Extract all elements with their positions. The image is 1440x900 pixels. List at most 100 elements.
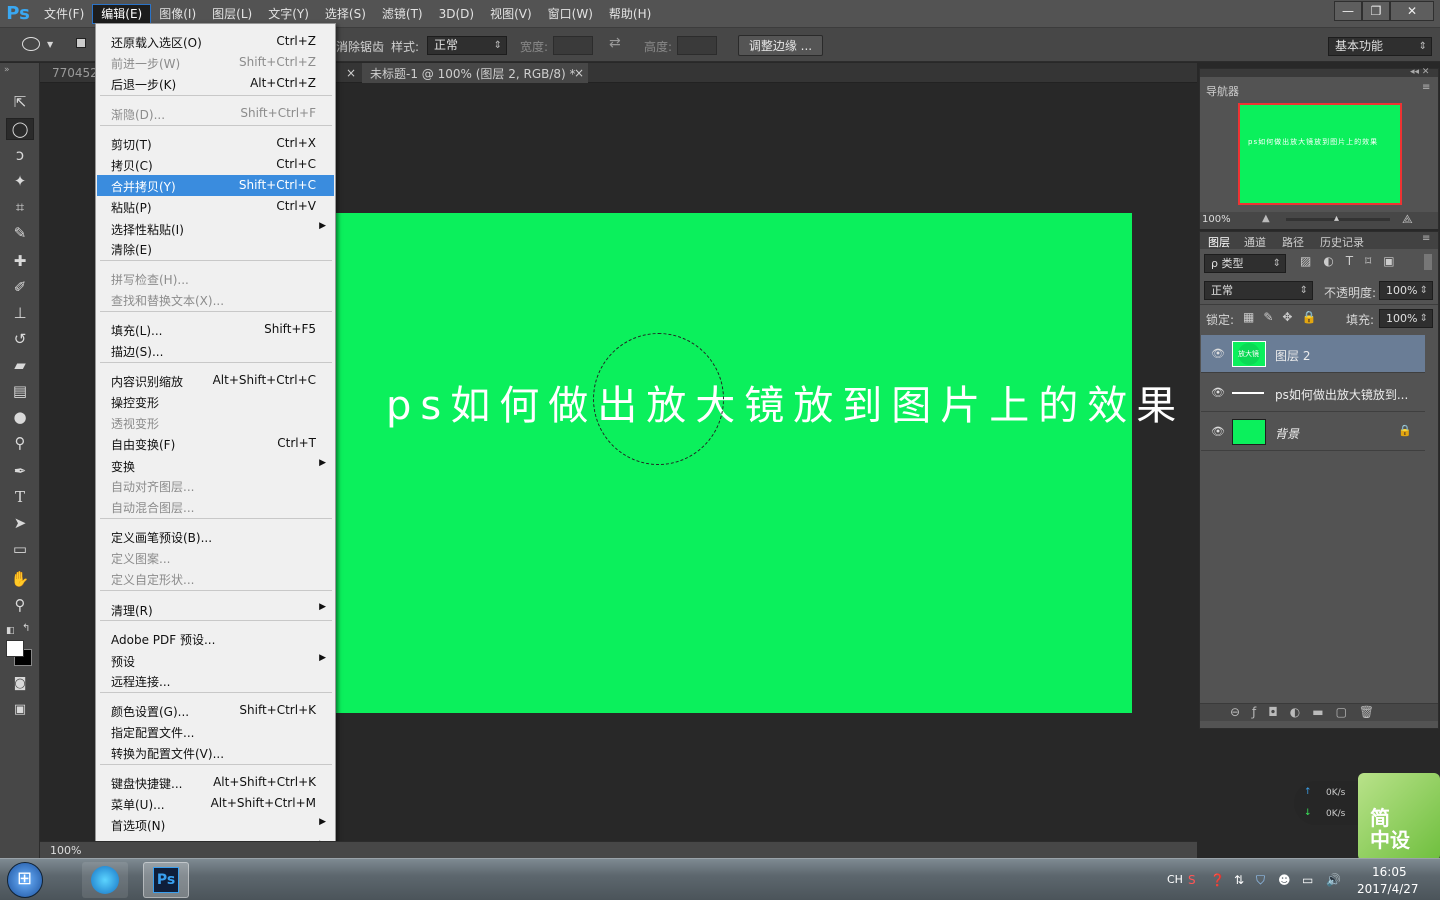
qq-icon[interactable]: ☻ [1278, 873, 1291, 887]
style-select[interactable]: 正常 [427, 36, 507, 55]
opacity-input[interactable]: 100% [1379, 281, 1433, 300]
menu-item[interactable]: 转换为配置文件(V)... [97, 742, 334, 763]
zoom-out-icon[interactable]: ▲ [1262, 213, 1270, 224]
elliptical-marquee-icon[interactable] [22, 37, 40, 51]
elliptical-selection[interactable] [593, 333, 724, 465]
eyedropper-tool-icon[interactable]: ✎ [6, 222, 34, 244]
elliptical-marquee-tool-icon[interactable]: ◯ [6, 118, 34, 140]
menu-item[interactable]: 操控变形 [97, 391, 334, 412]
taskbar-app-browser[interactable] [82, 862, 128, 898]
start-button[interactable]: ⊞ [7, 862, 43, 898]
fill-input[interactable]: 100% [1379, 309, 1433, 328]
close-button[interactable]: ✕ [1390, 1, 1434, 21]
menu-layer[interactable]: 图层(L) [204, 4, 260, 24]
tab-document-1[interactable]: 770452 [44, 63, 98, 83]
dodge-tool-icon[interactable]: ⚲ [6, 432, 34, 454]
magic-wand-tool-icon[interactable]: ✦ [6, 170, 34, 192]
path-select-tool-icon[interactable]: ➤ [6, 512, 34, 534]
clock-time[interactable]: 16:05 [1372, 865, 1407, 879]
hand-tool-icon[interactable]: ✋ [6, 568, 34, 590]
network-icon[interactable]: ⇅ [1234, 873, 1244, 887]
menu-item[interactable]: 首选项(N) ▶ [97, 814, 334, 835]
monitor-icon[interactable]: ▭ [1302, 873, 1313, 887]
tab-layers[interactable]: 图层 [1208, 234, 1230, 250]
layer-action-icons[interactable]: ⊖ƒ◘◐▬▢🗑 [1230, 705, 1386, 719]
menu-item[interactable]: 键盘快捷键... Alt+Shift+Ctrl+K [97, 772, 334, 793]
menu-item[interactable]: 内容识别缩放 Alt+Shift+Ctrl+C [97, 370, 334, 391]
eraser-tool-icon[interactable]: ▰ [6, 354, 34, 376]
lasso-tool-icon[interactable]: ↄ [6, 144, 34, 166]
menu-item[interactable]: 菜单(U)... Alt+Shift+Ctrl+M [97, 793, 334, 814]
sogou-icon[interactable]: S [1188, 873, 1196, 887]
menu-image[interactable]: 图像(I) [151, 4, 204, 24]
status-zoom[interactable]: 100% [50, 844, 81, 857]
blur-tool-icon[interactable]: ● [6, 406, 34, 428]
zoom-in-icon[interactable]: ⟁ [1402, 212, 1413, 227]
tab-close-icon[interactable]: × [566, 63, 584, 83]
panel-menu-icon[interactable]: ≡ [1422, 82, 1430, 93]
crop-tool-icon[interactable]: ⌗ [6, 196, 34, 218]
layer-row-text[interactable]: 👁 ps如何做出放大镜放到... [1201, 374, 1425, 412]
menu-help[interactable]: 帮助(H) [601, 4, 659, 24]
layer-name[interactable]: 背景 [1275, 425, 1299, 442]
menu-item[interactable]: 后退一步(K) Alt+Ctrl+Z [97, 73, 334, 94]
filter-icons[interactable]: ▨◐T⌑▣ [1300, 254, 1407, 268]
restore-button[interactable]: ❐ [1362, 1, 1390, 21]
menu-view[interactable]: 视图(V) [482, 4, 540, 24]
filter-toggle[interactable] [1424, 254, 1432, 270]
menu-type[interactable]: 文字(Y) [260, 4, 317, 24]
menu-item[interactable]: 清除(E) [97, 238, 334, 259]
brush-tool-icon[interactable]: ✐ [6, 276, 34, 298]
menu-item[interactable]: 合并拷贝(Y) Shift+Ctrl+C [97, 175, 334, 196]
foreground-color-swatch[interactable] [6, 640, 24, 657]
language-indicator[interactable]: CH [1167, 873, 1183, 886]
menu-item[interactable]: 描边(S)... [97, 340, 334, 361]
navigator-title[interactable]: 导航器 [1206, 83, 1239, 99]
menu-3d[interactable]: 3D(D) [431, 4, 482, 24]
eye-icon[interactable]: 👁 [1211, 347, 1225, 360]
help-icon[interactable]: ❓ [1210, 873, 1225, 887]
menu-item[interactable]: Adobe PDF 预设... [97, 628, 334, 649]
layer-name[interactable]: ps如何做出放大镜放到... [1275, 386, 1408, 403]
eye-icon[interactable]: 👁 [1211, 425, 1225, 438]
collapse-icon[interactable]: ◂◂ ✕ [1410, 67, 1429, 77]
shield-icon[interactable]: ⛉ [1256, 873, 1265, 888]
menu-item[interactable]: 远程连接... [97, 670, 334, 691]
pen-tool-icon[interactable]: ✒ [6, 460, 34, 482]
navigator-thumbnail[interactable]: ps如何做出放大镜放到图片上的效果 [1238, 103, 1402, 205]
collapse-icon[interactable]: » [4, 65, 10, 75]
menu-item[interactable]: 粘贴(P) Ctrl+V [97, 196, 334, 217]
menu-item[interactable]: 还原载入选区(O) Ctrl+Z [97, 31, 334, 52]
menu-item[interactable]: 剪切(T) Ctrl+X [97, 133, 334, 154]
document-canvas[interactable]: ps如何做出放大镜放到图片上的效果 [336, 213, 1176, 713]
stamp-tool-icon[interactable]: ⊥ [6, 302, 34, 324]
menu-item[interactable]: 选择性粘贴(I) ▶ [97, 218, 334, 239]
minimize-button[interactable]: — [1334, 1, 1362, 21]
zoom-slider-handle[interactable]: ▴ [1334, 213, 1339, 224]
menu-file[interactable]: 文件(F) [36, 4, 92, 24]
zoom-tool-icon[interactable]: ⚲ [6, 594, 34, 616]
new-selection-icon[interactable] [76, 38, 86, 48]
clock-date[interactable]: 2017/4/27 [1357, 882, 1419, 896]
menu-item[interactable]: 清理(R) ▶ [97, 599, 334, 620]
menu-item[interactable]: 指定配置文件... [97, 721, 334, 742]
history-brush-tool-icon[interactable]: ↺ [6, 328, 34, 350]
type-tool-icon[interactable]: T [6, 486, 34, 508]
tab-channels[interactable]: 通道 [1244, 234, 1266, 250]
menu-item[interactable]: 颜色设置(G)... Shift+Ctrl+K [97, 700, 334, 721]
menu-item[interactable]: 变换 ▶ [97, 455, 334, 476]
blend-mode-select[interactable]: 正常 [1204, 281, 1313, 300]
swap-colors-icon[interactable]: ↰ [22, 623, 30, 634]
refine-edge-button[interactable]: 调整边缘 ... [738, 35, 823, 56]
swap-icon[interactable]: ⇄ [609, 35, 621, 51]
layer-filter-select[interactable]: ρ 类型 [1204, 254, 1286, 273]
tab-document-active[interactable]: 未标题-1 @ 100% (图层 2, RGB/8) * [362, 63, 588, 83]
default-colors-icon[interactable]: ◧ [6, 626, 15, 636]
panel-menu-icon[interactable]: ≡ [1422, 233, 1430, 244]
lock-icons[interactable]: ▦✎✥🔒 [1243, 310, 1325, 324]
gradient-tool-icon[interactable]: ▤ [6, 380, 34, 402]
menu-filter[interactable]: 滤镜(T) [374, 4, 431, 24]
width-input[interactable] [553, 36, 593, 55]
navigator-zoom[interactable]: 100% [1202, 214, 1231, 225]
menu-item[interactable]: 拷贝(C) Ctrl+C [97, 154, 334, 175]
